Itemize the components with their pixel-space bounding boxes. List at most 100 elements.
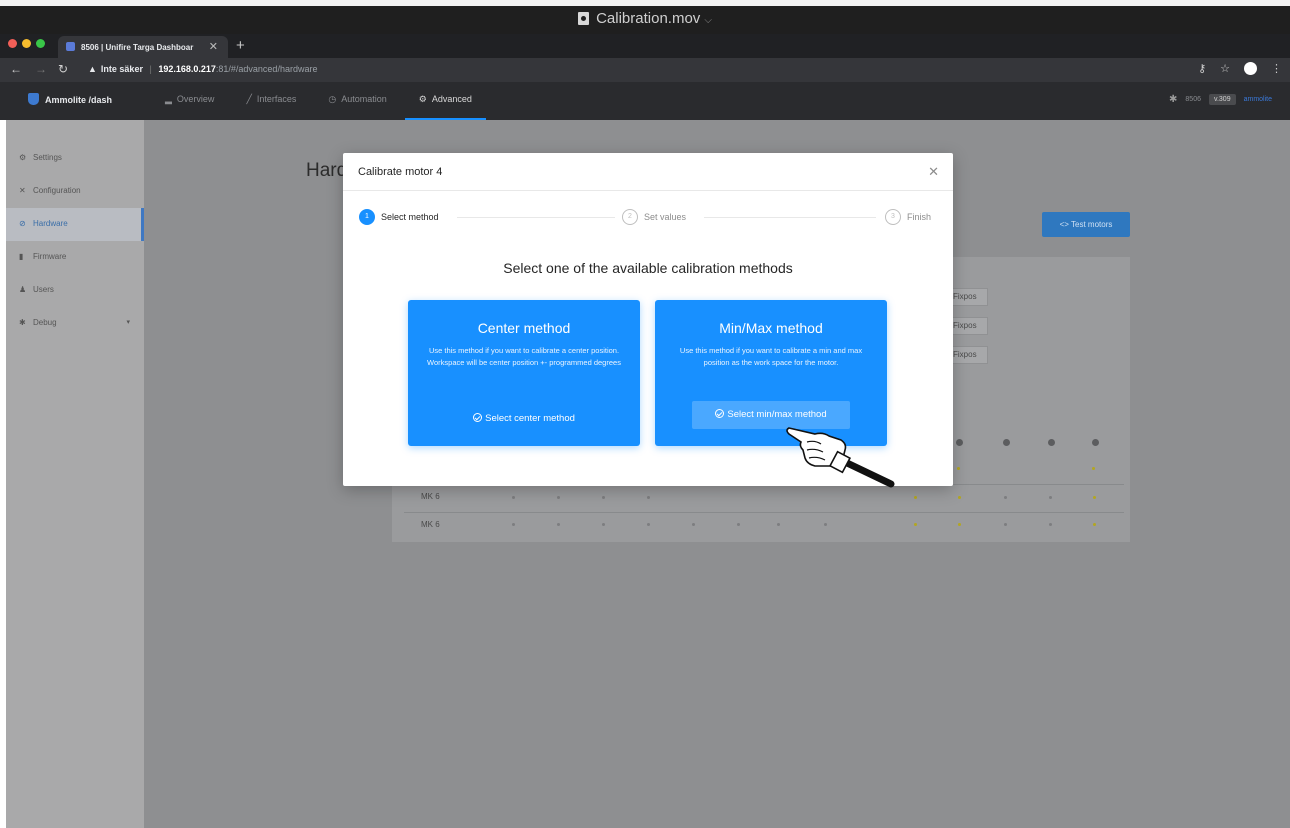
brand-name: Ammolite /dash: [45, 95, 113, 105]
bug-icon: ✱: [19, 318, 26, 327]
brand[interactable]: Ammolite /dash: [28, 93, 112, 105]
browser-toolbar: ← → ↻ ▲ Inte säker | 192.168.0.217:81/#/a…: [0, 58, 1290, 82]
nav-advanced[interactable]: ⚙ Advanced: [404, 82, 486, 120]
chip-icon: ⊘: [19, 219, 26, 228]
status-dot: [914, 523, 917, 526]
fixpos-button[interactable]: Fixpos: [950, 317, 988, 335]
favicon-icon: [66, 42, 75, 51]
steps: 1 Select method 2 Set values 3 Finish: [359, 209, 939, 227]
page-title: Hard: [306, 160, 348, 181]
nav-interfaces[interactable]: ╱ Interfaces: [246, 82, 296, 120]
step-finish: 3 Finish: [885, 209, 931, 225]
test-motors-button[interactable]: <> Test motors: [1042, 212, 1130, 237]
user-link[interactable]: ammolite: [1244, 96, 1272, 103]
key-icon[interactable]: ⚷: [1198, 62, 1206, 75]
gear-icon: ⚙: [418, 94, 427, 104]
sidebar-item-debug[interactable]: ✱ Debug ▾: [6, 307, 144, 340]
minimize-window-button[interactable]: [22, 39, 31, 48]
browser-tab-strip: 8506 | Unifire Targa Dashboar ✕ +: [0, 34, 1290, 58]
sidebar-item-label: Settings: [33, 153, 62, 162]
back-icon[interactable]: ←: [10, 62, 22, 76]
close-icon[interactable]: ✕: [928, 164, 939, 180]
status-dot: [958, 523, 961, 526]
window-controls: [8, 39, 45, 48]
status-dot: [602, 523, 605, 526]
new-tab-button[interactable]: +: [236, 37, 245, 54]
sidebar: ⚙ Settings ✕ Configuration ⊘ Hardware ▮ Firm…: [6, 120, 144, 828]
chevron-down-icon[interactable]: ⌵: [704, 15, 712, 26]
status-dot: [777, 523, 780, 526]
pencil-icon: ╱: [246, 94, 252, 104]
toolbar-actions: ⚷ ☆ ⋮: [1198, 62, 1282, 75]
nav-label: Interfaces: [256, 94, 297, 104]
status-dot: [1004, 523, 1007, 526]
fixpos-button[interactable]: Fixpos: [950, 288, 988, 306]
sidebar-item-label: Users: [33, 285, 54, 294]
status-dot: [1092, 467, 1095, 470]
status-dot: [647, 523, 650, 526]
status-dot: [1093, 496, 1096, 499]
chart-icon: ▂: [165, 94, 172, 104]
security-label: Inte säker: [100, 64, 143, 74]
bug-icon[interactable]: ✱: [1169, 94, 1177, 105]
sidebar-item-users[interactable]: ♟ Users: [6, 274, 144, 307]
tab-title: 8506 | Unifire Targa Dashboar: [81, 43, 194, 52]
sidebar-item-firmware[interactable]: ▮ Firmware: [6, 241, 144, 274]
status-dot: [557, 523, 560, 526]
method-description: Use this method if you want to calibrate…: [427, 346, 621, 367]
step-set-values: 2 Set values: [622, 209, 686, 225]
modal-title: Calibrate motor 4: [343, 153, 953, 191]
sidebar-item-settings[interactable]: ⚙ Settings: [6, 142, 144, 175]
nav-label: Overview: [176, 94, 215, 104]
quicktime-title-bar: Calibration.mov ⌵: [0, 0, 1290, 34]
browser-tab[interactable]: 8506 | Unifire Targa Dashboar ✕: [58, 36, 228, 58]
address-bar[interactable]: ▲ Inte säker | 192.168.0.217:81/#/advance…: [88, 64, 317, 74]
close-tab-icon[interactable]: ✕: [209, 40, 218, 53]
menu-icon[interactable]: ⋮: [1271, 62, 1282, 75]
nav-label: Advanced: [431, 94, 472, 104]
sidebar-item-hardware[interactable]: ⊘ Hardware: [6, 208, 144, 241]
step-label: Select method: [381, 212, 439, 222]
status-dot: [1004, 496, 1007, 499]
sidebar-item-label: Firmware: [33, 252, 67, 261]
fixpos-button[interactable]: Fixpos: [950, 346, 988, 364]
nav-automation[interactable]: ◷ Automation: [328, 82, 386, 120]
forward-icon[interactable]: →: [35, 62, 47, 76]
status-dot: [1093, 523, 1096, 526]
gear-icon: [1048, 439, 1055, 446]
window-title-text: Calibration.mov: [596, 10, 701, 27]
file-icon: ▮: [19, 252, 24, 261]
step-number: 1: [359, 209, 375, 225]
select-center-method-button[interactable]: Select center method: [408, 413, 640, 424]
status-dot: [692, 523, 695, 526]
tools-icon: ✕: [19, 186, 26, 195]
close-window-button[interactable]: [8, 39, 17, 48]
step-number: 2: [622, 209, 638, 225]
sidebar-item-label: Debug: [33, 318, 57, 327]
gear-icon: [1003, 439, 1010, 446]
status-dot: [512, 523, 515, 526]
center-method-card[interactable]: Center method Use this method if you wan…: [408, 300, 640, 446]
step-number: 3: [885, 209, 901, 225]
version-badge: v.309: [1208, 94, 1236, 105]
nav-overview[interactable]: ▂ Overview: [165, 82, 214, 120]
gear-icon: [1092, 439, 1099, 446]
url-host: 192.168.0.217: [158, 64, 216, 74]
main-nav: ▂ Overview ╱ Interfaces ◷ Automation ⚙ Advan…: [165, 82, 518, 120]
reload-icon[interactable]: ↻: [58, 62, 68, 76]
app-header: Ammolite /dash ▂ Overview ╱ Interfaces ◷ Au…: [0, 82, 1290, 120]
step-label: Finish: [907, 212, 932, 222]
profile-avatar[interactable]: [1244, 62, 1257, 75]
table-row-label: MK 6: [421, 492, 440, 501]
button-label: Select center method: [485, 413, 575, 424]
device-label[interactable]: 8506: [1185, 96, 1201, 103]
status-dot: [824, 523, 827, 526]
zoom-window-button[interactable]: [36, 39, 45, 48]
pointing-hand-icon: [786, 427, 895, 488]
method-description: Use this method if you want to calibrate…: [679, 346, 863, 367]
sidebar-item-configuration[interactable]: ✕ Configuration: [6, 175, 144, 208]
movie-file-icon: [578, 12, 590, 25]
clock-icon: ◷: [328, 94, 337, 104]
star-icon[interactable]: ☆: [1220, 62, 1230, 75]
